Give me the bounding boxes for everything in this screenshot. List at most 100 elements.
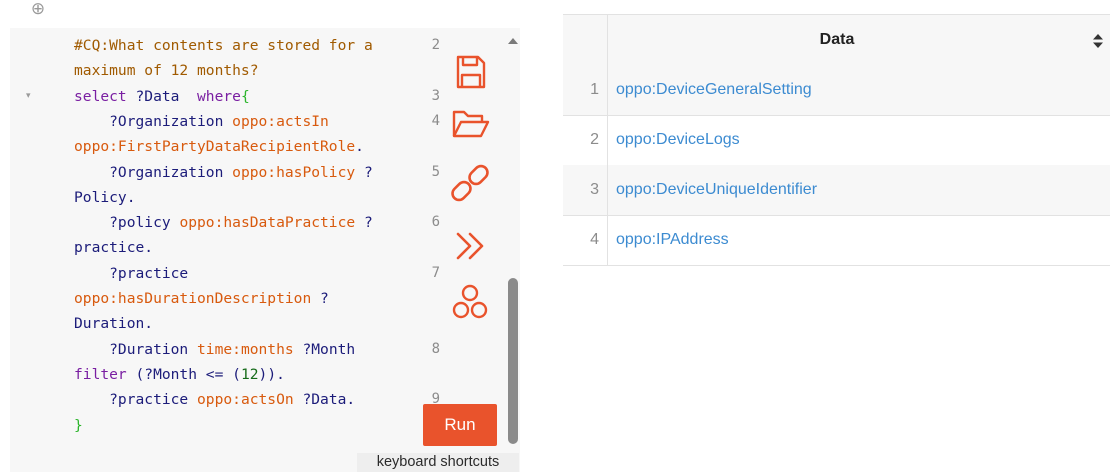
code-token: 12 [240,365,259,383]
table-header-row: Data [563,14,1110,66]
code-line[interactable]: practice. [10,235,450,260]
folder-open-icon[interactable] [450,104,490,144]
fold-toggle-icon[interactable]: ▾ [26,84,31,109]
code-text[interactable]: ?Duration time:months ?Month [74,337,355,362]
code-text[interactable]: oppo:hasDurationDescription ? [74,286,329,311]
row-index-cell: 4 [563,215,608,265]
save-icon[interactable] [450,52,490,92]
code-line[interactable]: oppo:hasDurationDescription ? [10,286,450,311]
code-text[interactable]: maximum of 12 months? [74,58,259,83]
code-token: select [74,87,127,105]
code-token: } [74,416,83,434]
code-text[interactable]: } [74,413,83,438]
code-line[interactable]: 6 ?policy oppo:hasDataPractice ? [10,210,450,235]
code-text[interactable]: filter (?Month <= (12)). [74,362,285,387]
code-text[interactable]: ?Organization oppo:actsIn [74,109,329,134]
code-token: ?practice [74,391,198,409]
result-link[interactable]: oppo:DeviceGeneralSetting [616,65,812,115]
code-token: where [197,87,241,105]
code-token: ?Month [293,340,356,358]
table-row: 3 oppo:DeviceUniqueIdentifier [563,165,1110,216]
index-column-header [563,15,608,65]
code-token: oppo:hasPolicy [232,163,356,181]
code-token: ?Organization [74,112,233,130]
sort-icon[interactable] [1093,34,1103,48]
run-button[interactable]: Run [423,404,497,446]
row-index-cell: 2 [563,115,608,165]
code-text[interactable]: ?Organization oppo:hasPolicy ? [74,160,373,185]
scroll-up-arrow-icon[interactable] [508,38,518,44]
code-token: )). [258,365,285,383]
table-row: 1 oppo:DeviceGeneralSetting [563,65,1110,116]
code-token: ?Duration [74,340,198,358]
code-token: maximum of 12 months? [74,62,259,80]
code-token: time:months [197,340,294,358]
code-line[interactable]: 10} [10,413,450,438]
code-token: oppo:actsOn [197,391,294,409]
column-header-data[interactable]: Data [607,15,1067,65]
code-line[interactable]: 8 ?Duration time:months ?Month [10,337,450,362]
code-token: ? [311,290,329,307]
code-token: ?policy [74,214,180,232]
code-token: oppo:actsIn [232,112,329,130]
code-line[interactable]: 9 ?practice oppo:actsOn ?Data. [10,387,450,412]
result-link[interactable]: oppo:DeviceLogs [616,115,740,165]
table-row: 2 oppo:DeviceLogs [563,115,1110,166]
code-token: practice. [74,239,154,257]
row-index-cell: 3 [563,165,608,215]
code-token: . [355,138,364,156]
row-number: 3 [590,181,599,198]
code-line[interactable]: Duration. [10,311,450,336]
editor-scrollbar-thumb[interactable] [508,278,518,444]
code-line[interactable]: filter (?Month <= (12)). [10,362,450,387]
code-line[interactable]: maximum of 12 months? [10,58,450,83]
code-token: ?Organization [74,163,233,181]
network-icon[interactable] [450,282,490,322]
code-token: filter [74,365,127,383]
code-token: ? [355,214,373,232]
code-line[interactable]: Policy. [10,185,450,210]
line-number: 5 [431,163,440,180]
code-token: oppo:FirstPartyDataRecipientRole [74,138,356,156]
code-text[interactable]: practice. [74,235,153,260]
code-token: (?Month <= ( [126,365,241,383]
code-text[interactable]: #CQ:What contents are stored for a [74,33,373,58]
line-number: 2 [431,37,440,53]
result-link[interactable]: oppo:IPAddress [616,215,729,265]
code-line[interactable]: 3 ▾ select ?Data where{ [10,84,450,109]
row-number: 1 [590,81,599,98]
code-line[interactable]: 5 ?Organization oppo:hasPolicy ? [10,160,450,185]
code-line[interactable]: oppo:FirstPartyDataRecipientRole. [10,134,450,159]
table-row: 4 oppo:IPAddress [563,215,1110,266]
code-text[interactable]: oppo:FirstPartyDataRecipientRole. [74,134,364,159]
code-token: #CQ:What contents are stored for a [74,37,373,54]
code-token: { [240,87,250,105]
keyboard-shortcuts-link[interactable]: keyboard shortcuts [357,453,519,472]
code-token: Duration. [74,315,154,333]
code-text[interactable]: select ?Data where{ [74,84,250,109]
result-link[interactable]: oppo:DeviceUniqueIdentifier [616,165,817,215]
row-number: 2 [590,131,599,148]
code-text[interactable]: ?practice oppo:actsOn ?Data. [74,387,355,412]
row-number: 4 [590,231,599,248]
code-line[interactable]: 4 ?Organization oppo:actsIn [10,109,450,134]
row-index-cell: 1 [563,65,608,115]
code-text[interactable]: Duration. [74,311,153,336]
code-line[interactable]: 2 #CQ:What contents are stored for a [10,33,450,58]
chevrons-right-icon[interactable] [450,226,490,266]
code-token: oppo:hasDurationDescription [74,290,312,307]
code-token: ? [355,163,373,181]
code-token: Policy. [74,188,136,206]
line-number: 6 [431,214,440,231]
code-token: oppo:hasDataPractice [179,214,356,232]
code-text[interactable]: ?practice [74,261,188,286]
code-text[interactable]: ?policy oppo:hasDataPractice ? [74,210,373,235]
add-tab-icon[interactable]: ⊕ [28,1,48,20]
line-number: 8 [431,340,440,357]
code-token: ?practice [74,264,189,282]
code-token: ?Data [126,87,198,105]
code-text[interactable]: Policy. [74,185,136,210]
share-link-icon[interactable] [450,163,490,203]
line-number: 3 [431,87,440,104]
code-line[interactable]: 7 ?practice [10,261,450,286]
